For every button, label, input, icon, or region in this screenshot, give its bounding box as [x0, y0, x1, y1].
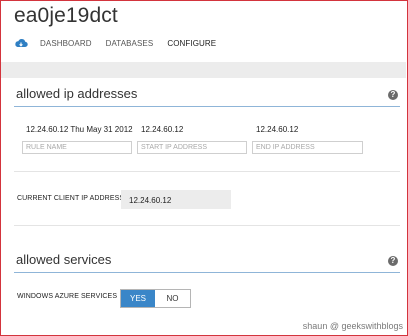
nav-databases[interactable]: DATABASES — [106, 39, 154, 48]
section-divider — [14, 225, 400, 226]
yes-button[interactable]: YES — [121, 290, 155, 307]
azure-services-toggle[interactable]: YES NO — [120, 289, 191, 308]
nav-dashboard[interactable]: DASHBOARD — [40, 39, 92, 48]
question-icon[interactable]: ? — [388, 90, 398, 100]
allowed-services-section-header: allowed services ? — [14, 250, 400, 273]
window-frame — [0, 0, 408, 336]
section-divider — [14, 171, 400, 172]
cloud-sql-icon[interactable] — [14, 37, 28, 49]
page-title: ea0je19dct — [14, 4, 118, 27]
rule-name-value[interactable]: 12.24.60.12 Thu May 31 2012 — [26, 125, 133, 134]
nav-configure[interactable]: CONFIGURE — [167, 39, 216, 48]
watermark: shaun @ geekswithblogs — [302, 321, 403, 331]
rule-start-ip-value[interactable]: 12.24.60.12 — [141, 125, 183, 134]
rule-name-input[interactable] — [22, 141, 132, 154]
client-ip-label: CURRENT CLIENT IP ADDRESS — [17, 195, 125, 202]
windows-azure-services-label: WINDOWS AZURE SERVICES — [17, 293, 118, 300]
header-divider-band — [1, 62, 406, 78]
start-ip-input[interactable] — [137, 141, 247, 154]
top-nav: DASHBOARD DATABASES CONFIGURE — [14, 36, 230, 50]
no-button[interactable]: NO — [155, 290, 190, 307]
end-ip-input[interactable] — [252, 141, 363, 154]
allowed-services-title: allowed services — [16, 252, 112, 267]
allowed-ip-section-header: allowed ip addresses ? — [14, 84, 400, 107]
client-ip-value: 12.24.60.12 — [121, 190, 231, 209]
rule-end-ip-value[interactable]: 12.24.60.12 — [256, 125, 298, 134]
allowed-ip-title: allowed ip addresses — [16, 86, 138, 101]
question-icon[interactable]: ? — [388, 256, 398, 266]
